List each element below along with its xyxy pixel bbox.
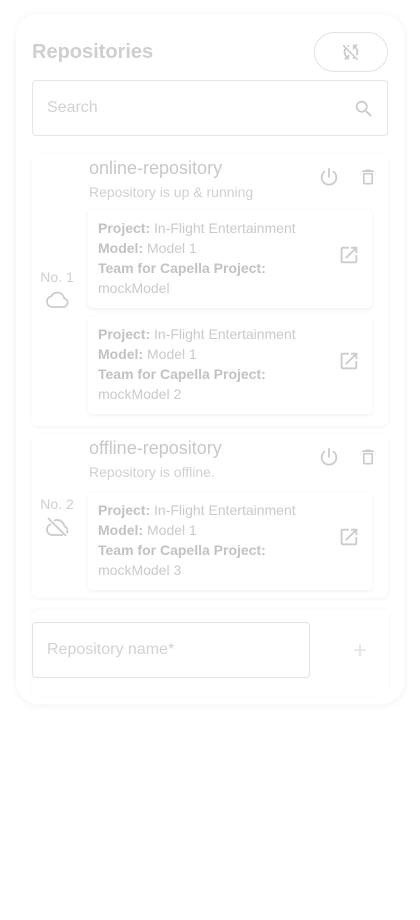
project-label: Project: [98,220,151,236]
add-repository-button[interactable] [332,622,388,678]
project-value: In-Flight Entertainment [154,220,296,236]
project-value: In-Flight Entertainment [154,326,296,342]
model-label: Model: [98,522,144,538]
repository-name: online-repository [89,158,223,178]
repository-item: No. 2 offline-repository Repository is o… [32,434,388,598]
model-label: Model: [98,240,144,256]
plus-icon [351,641,369,659]
team-value: mockModel 2 [98,386,182,402]
repository-item: No. 1 online-repository Repository is up… [32,154,388,426]
model-value: Model 1 [147,346,197,362]
model-label: Model: [98,346,144,362]
repositories-card: Repositories No. 1 online-repository Rep… [16,14,404,704]
project-label: Project: [98,326,151,342]
model-card: Project: In-Flight Entertainment Model: … [88,316,372,414]
repository-number: No. 1 [40,269,74,285]
card-header: Repositories [32,32,388,72]
search-input[interactable] [47,81,337,135]
repository-status: Repository is offline. [89,464,215,480]
power-icon[interactable] [318,166,340,188]
team-value: mockModel 3 [98,562,182,578]
model-card: Project: In-Flight Entertainment Model: … [88,492,372,590]
sync-disabled-icon [340,41,362,63]
project-label: Project: [98,502,151,518]
cloud-off-icon [44,516,70,537]
cloud-icon [44,289,70,309]
model-card: Project: In-Flight Entertainment Model: … [88,210,372,308]
page-title: Repositories [32,41,154,63]
repository-status: Repository is up & running [89,184,254,200]
team-label: Team for Capella Project: [98,366,266,382]
repository-number: No. 2 [40,496,74,512]
repository-name-input[interactable] [47,623,297,677]
team-label: Team for Capella Project: [98,542,266,558]
team-label: Team for Capella Project: [98,260,266,276]
team-value: mockModel [98,280,170,296]
repository-name-field[interactable] [32,622,310,678]
power-icon[interactable] [318,446,340,468]
project-value: In-Flight Entertainment [154,502,296,518]
open-in-new-icon[interactable] [338,350,360,372]
delete-icon[interactable] [358,446,378,468]
search-field[interactable] [32,80,388,136]
open-in-new-icon[interactable] [338,526,360,548]
sync-button[interactable] [314,32,388,72]
add-repository-row [32,610,388,696]
model-value: Model 1 [147,522,197,538]
search-icon [353,98,375,120]
delete-icon[interactable] [358,166,378,188]
repository-name: offline-repository [89,438,222,458]
model-value: Model 1 [147,240,197,256]
open-in-new-icon[interactable] [338,244,360,266]
